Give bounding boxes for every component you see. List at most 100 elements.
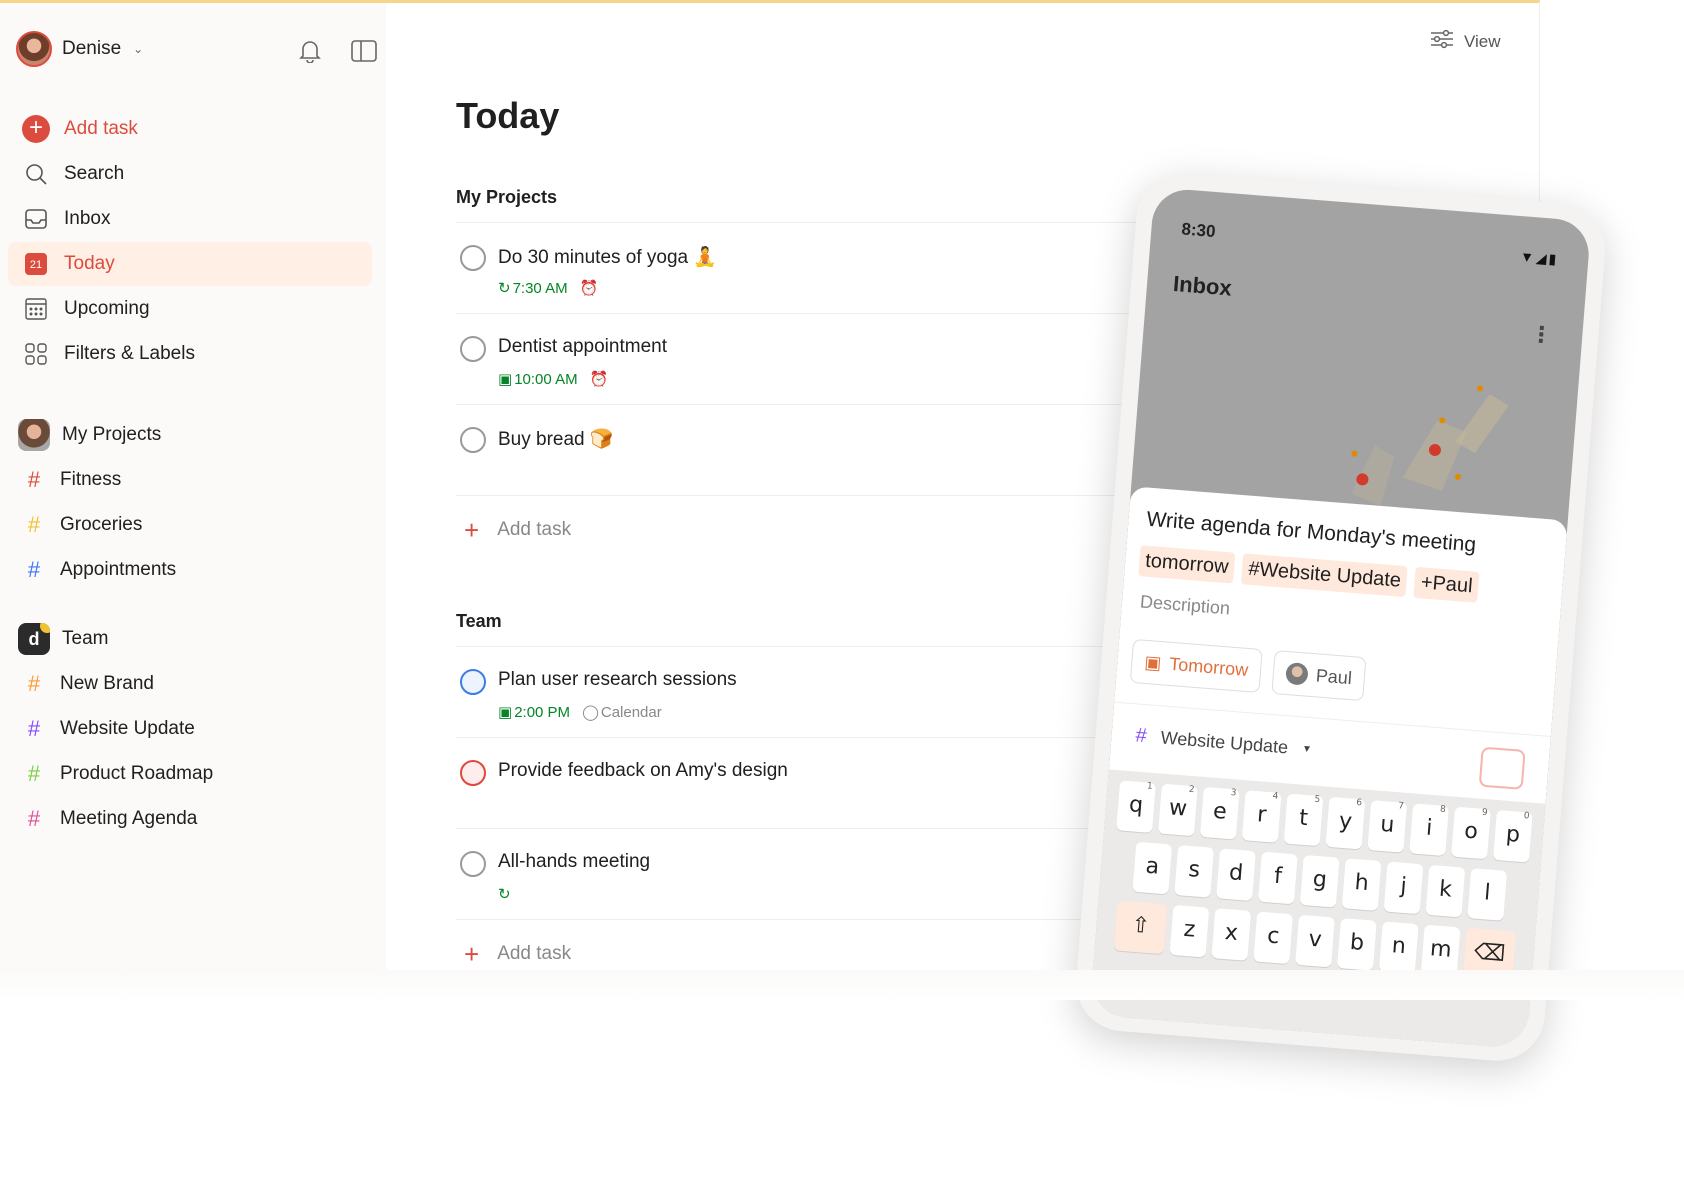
add-task-label: Add task <box>497 943 572 964</box>
key-v[interactable]: v <box>1295 914 1335 968</box>
task-meta: ▣ 10:00 AM ⏰ <box>498 370 609 389</box>
key-e[interactable]: e3 <box>1199 786 1240 840</box>
hash-icon: # <box>27 511 41 537</box>
avatar <box>1285 662 1309 686</box>
task-title: Buy bread 🍞 <box>498 429 614 450</box>
key-q[interactable]: q1 <box>1116 780 1156 833</box>
user-menu[interactable]: Denise ⌄ <box>16 31 143 67</box>
key-w[interactable]: w2 <box>1158 783 1198 837</box>
key-n[interactable]: n <box>1378 921 1419 975</box>
task-label: Calendar <box>600 703 662 721</box>
task-meta: ▣ 2:00 PM ◯ Calendar <box>498 703 662 722</box>
task-title: All-hands meeting <box>498 851 651 872</box>
key-j[interactable]: j <box>1383 861 1424 915</box>
team-header[interactable]: d Team <box>8 617 372 661</box>
plus-icon: + <box>464 514 480 545</box>
sidebar-item-add-task[interactable]: + Add task <box>8 107 372 151</box>
sidebar-item-today[interactable]: 21 Today <box>8 242 372 286</box>
key-x[interactable]: x <box>1211 908 1252 961</box>
page-title: Today <box>456 95 560 136</box>
key-a[interactable]: a <box>1132 841 1173 895</box>
task-row[interactable]: Dentist appointment ▣ 10:00 AM ⏰ <box>456 314 1236 405</box>
sidebar-item-label: Upcoming <box>64 298 150 319</box>
sidebar-item-groceries[interactable]: # Groceries <box>8 502 372 547</box>
hash-icon: # <box>27 805 41 831</box>
phone-mockup: 8:30 ▼◢▮ Inbox ⋮ Write agenda for Monday… <box>1072 170 1679 1070</box>
project-label: Product Roadmap <box>60 762 214 784</box>
description-field[interactable]: Description <box>1139 591 1230 619</box>
sidebar-item-meeting-agenda[interactable]: # Meeting Agenda <box>8 796 372 841</box>
sidebar-item-fitness[interactable]: # Fitness <box>8 457 372 502</box>
project-label: Appointments <box>60 558 177 580</box>
task-title: Provide feedback on Amy's design <box>498 760 788 781</box>
calendar-icon: ▣ <box>1143 651 1163 673</box>
view-button[interactable]: View <box>1430 29 1501 54</box>
key-u[interactable]: u7 <box>1367 800 1408 853</box>
chip-project: #Website Update <box>1241 553 1409 598</box>
key-l[interactable]: l <box>1467 868 1508 921</box>
sidebar-item-filters-labels[interactable]: Filters & Labels <box>8 332 372 376</box>
sidebar-item-website-update[interactable]: # Website Update <box>8 706 372 751</box>
sidebar-item-search[interactable]: Search <box>8 152 372 196</box>
task-options: ▣ Tomorrow Paul <box>1129 638 1367 702</box>
task-row[interactable]: Do 30 minutes of yoga 🧘 ↻ 7:30 AM ⏰ <box>456 223 1236 314</box>
bell-icon[interactable] <box>296 37 324 65</box>
key-d[interactable]: d <box>1216 848 1256 902</box>
task-checkbox[interactable] <box>460 760 486 786</box>
calendar-icon: ▣ <box>498 371 513 388</box>
phone-clock: 8:30 <box>1180 219 1217 242</box>
sidebar-toggle-icon[interactable] <box>350 37 378 65</box>
more-icon[interactable]: ⋮ <box>1529 321 1553 348</box>
sliders-icon <box>1430 29 1454 54</box>
task-checkbox[interactable] <box>460 851 486 877</box>
sidebar-item-new-brand[interactable]: # New Brand <box>8 661 372 706</box>
key-h[interactable]: h <box>1341 858 1382 911</box>
chevron-down-icon: ⌄ <box>133 42 144 56</box>
key-z[interactable]: z <box>1169 904 1210 958</box>
avatar <box>16 31 52 67</box>
date-pill-label: Tomorrow <box>1168 653 1249 680</box>
date-pill[interactable]: ▣ Tomorrow <box>1129 638 1263 693</box>
key-i[interactable]: i8 <box>1409 803 1450 857</box>
group-label: My Projects <box>62 424 162 445</box>
phone-screen-title: Inbox <box>1172 270 1233 301</box>
key-b[interactable]: b <box>1337 918 1377 971</box>
shift-key-icon[interactable]: ⇧ <box>1113 900 1168 955</box>
alarm-icon: ⏰ <box>579 280 599 297</box>
task-checkbox[interactable] <box>460 669 486 695</box>
key-o[interactable]: o9 <box>1451 806 1491 860</box>
project-label: Meeting Agenda <box>60 807 198 829</box>
send-button[interactable] <box>1478 746 1526 790</box>
project-label: New Brand <box>60 672 154 694</box>
assignee-label: Paul <box>1315 664 1353 688</box>
hash-icon: # <box>27 670 41 696</box>
key-t[interactable]: t5 <box>1283 793 1324 847</box>
alarm-icon: ⏰ <box>589 371 609 388</box>
task-checkbox[interactable] <box>460 427 486 453</box>
key-c[interactable]: c <box>1253 911 1294 965</box>
key-r[interactable]: r4 <box>1241 790 1282 843</box>
key-y[interactable]: y6 <box>1325 796 1366 850</box>
user-name: Denise <box>62 38 122 59</box>
sidebar-item-product-roadmap[interactable]: # Product Roadmap <box>8 751 372 796</box>
task-checkbox[interactable] <box>460 336 486 362</box>
sidebar-item-appointments[interactable]: # Appointments <box>8 547 372 592</box>
my-projects-header[interactable]: My Projects <box>8 413 372 457</box>
key-s[interactable]: s <box>1174 845 1215 898</box>
chip-date: tomorrow <box>1138 545 1236 584</box>
sidebar-item-label: Filters & Labels <box>64 343 195 364</box>
key-g[interactable]: g <box>1299 854 1340 908</box>
calendar-today-icon: 21 <box>22 250 50 278</box>
assignee-pill[interactable]: Paul <box>1271 650 1367 702</box>
projects-avatar <box>18 419 50 451</box>
hash-icon: # <box>27 715 41 741</box>
group-label: Team <box>62 628 109 649</box>
hash-icon: # <box>27 556 41 582</box>
key-k[interactable]: k <box>1425 864 1466 918</box>
key-f[interactable]: f <box>1257 851 1298 905</box>
task-checkbox[interactable] <box>460 245 486 271</box>
my-projects-group: My Projects # Fitness # Groceries # Appo… <box>8 413 372 592</box>
sidebar-item-upcoming[interactable]: Upcoming <box>8 287 372 331</box>
sidebar-item-inbox[interactable]: Inbox <box>8 197 372 241</box>
key-p[interactable]: p0 <box>1492 809 1533 863</box>
